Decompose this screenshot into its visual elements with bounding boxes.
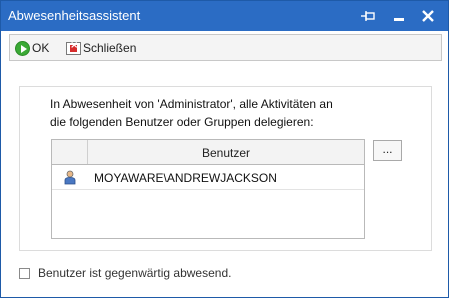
window-title: Abwesenheitsassistent (8, 8, 141, 23)
close-window-icon (66, 40, 81, 55)
delegation-description: In Abwesenheit von 'Administrator', alle… (50, 95, 370, 131)
close-button[interactable]: Schließen (66, 38, 136, 58)
table-header: Benutzer (52, 140, 364, 165)
absent-checkbox[interactable] (19, 267, 30, 279)
pin-icon[interactable] (358, 6, 378, 26)
close-icon[interactable] (418, 6, 438, 26)
minimize-icon[interactable] (389, 6, 409, 26)
column-header-benutzer[interactable]: Benutzer (88, 146, 364, 160)
title-bar: Abwesenheitsassistent (1, 1, 448, 31)
icon-column-header (52, 140, 88, 164)
description-line-2: die folgenden Benutzer oder Gruppen dele… (50, 115, 314, 129)
user-icon (64, 170, 76, 185)
delegate-table: Benutzer MOYAWARE\ANDREWJACKSON (51, 139, 365, 239)
description-line-1: In Abwesenheit von 'Administrator', alle… (50, 97, 333, 111)
absent-checkbox-label: Benutzer ist gegenwärtig abwesend. (38, 266, 232, 280)
ok-button-label: OK (32, 41, 50, 55)
table-row[interactable]: MOYAWARE\ANDREWJACKSON (52, 166, 364, 190)
ok-button[interactable]: OK (15, 38, 49, 58)
browse-button[interactable]: ... (373, 140, 402, 161)
dialog-window: Abwesenheitsassistent OK S (0, 0, 449, 298)
play-circle-icon (15, 40, 30, 56)
user-name-cell: MOYAWARE\ANDREWJACKSON (94, 171, 277, 185)
close-button-label: Schließen (83, 41, 137, 55)
toolbar: OK Schließen (9, 34, 442, 61)
absent-checkbox-row[interactable]: Benutzer ist gegenwärtig abwesend. (19, 265, 231, 281)
